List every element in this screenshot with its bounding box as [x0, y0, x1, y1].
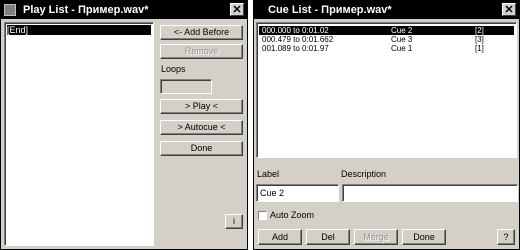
cue-count: [1]	[475, 44, 484, 53]
help-button[interactable]: ?	[497, 229, 515, 245]
play-list-window: Play List - Пример.wav* ✕ [End] <- Add B…	[0, 0, 248, 250]
play-button[interactable]: > Play <	[160, 99, 243, 114]
delete-button[interactable]: Del	[306, 229, 350, 245]
play-list-listbox[interactable]: [End]	[4, 22, 154, 246]
cue-listbox[interactable]: 000.000 to 0:01.02 Cue 2 [2] 000.479 to …	[256, 22, 517, 158]
label-field[interactable]: Cue 2	[256, 184, 339, 202]
close-icon[interactable]: ✕	[230, 3, 244, 16]
auto-zoom-label[interactable]: Auto Zoom	[270, 210, 314, 220]
info-button[interactable]: i	[225, 214, 243, 229]
app-icon	[4, 4, 16, 16]
autocue-button[interactable]: > Autocue <	[160, 120, 243, 135]
cue-name: Cue 3	[391, 35, 413, 44]
cue-list-titlebar[interactable]: Cue List - Пример.wav* ✕	[254, 1, 519, 19]
done-button[interactable]: Done	[402, 229, 446, 245]
label-header: Label	[257, 169, 280, 179]
loops-field[interactable]	[160, 79, 212, 94]
description-header: Description	[341, 169, 387, 179]
table-row[interactable]: 000.479 to 0:01.662 Cue 3 [3]	[259, 35, 514, 44]
cue-list-title: Cue List - Пример.wav*	[268, 4, 392, 16]
cue-name: Cue 2	[391, 26, 413, 35]
cue-range: 001.089 to 0:01.97	[262, 44, 329, 53]
auto-zoom-checkbox[interactable]	[258, 211, 267, 220]
table-row[interactable]: 001.089 to 0:01.97 Cue 1 [1]	[259, 44, 514, 53]
close-icon[interactable]: ✕	[502, 3, 516, 16]
remove-button[interactable]: Remove	[160, 44, 243, 59]
cue-name: Cue 1	[391, 44, 413, 53]
table-row[interactable]: 000.000 to 0:01.02 Cue 2 [2]	[259, 26, 514, 35]
play-list-title: Play List - Пример.wav*	[23, 4, 149, 16]
cue-list-window: Cue List - Пример.wav* ✕ 000.000 to 0:01…	[253, 0, 520, 250]
cue-count: [3]	[475, 35, 484, 44]
cue-range: 000.000 to 0:01.02	[262, 26, 329, 35]
add-before-button[interactable]: <- Add Before	[160, 25, 243, 40]
cue-count: [2]	[475, 26, 484, 35]
loops-label: Loops	[161, 64, 186, 74]
add-button[interactable]: Add	[258, 229, 302, 245]
done-button[interactable]: Done	[160, 141, 243, 156]
description-field[interactable]	[342, 184, 518, 202]
list-item[interactable]: [End]	[7, 25, 151, 35]
play-list-titlebar[interactable]: Play List - Пример.wav* ✕	[1, 1, 247, 19]
cue-range: 000.479 to 0:01.662	[262, 35, 334, 44]
merge-button[interactable]: Merge	[354, 229, 398, 245]
